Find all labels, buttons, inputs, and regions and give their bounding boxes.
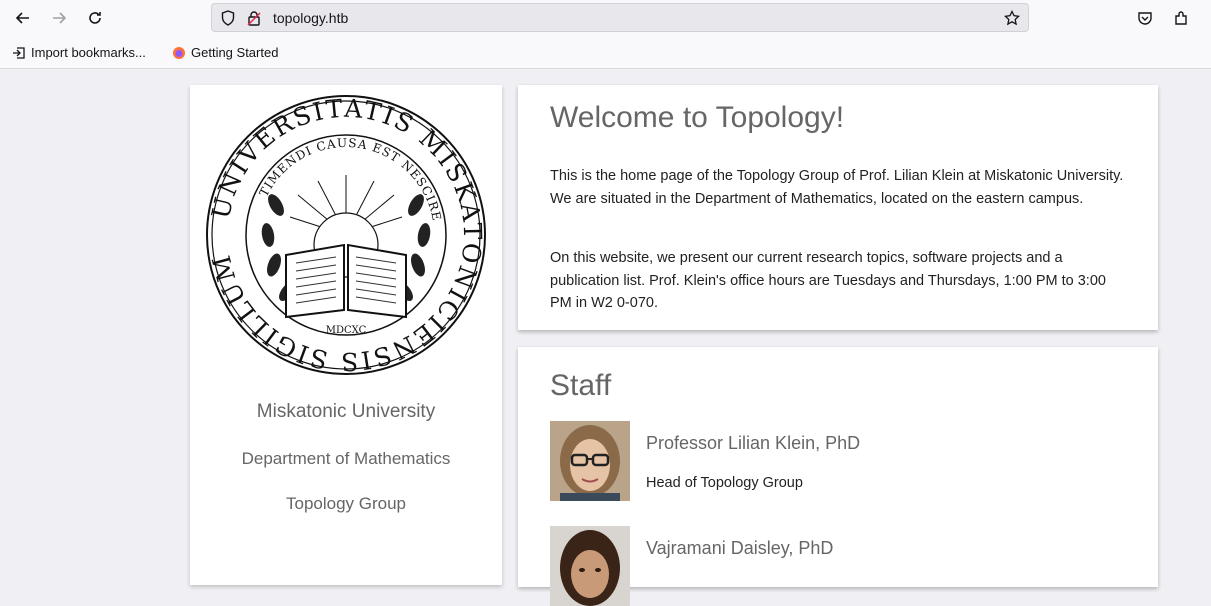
extensions-icon[interactable] [1171, 8, 1191, 28]
welcome-title: Welcome to Topology! [550, 101, 845, 134]
staff-title: Staff [550, 369, 612, 402]
group-name: Topology Group [285, 494, 407, 513]
bookmark-star-icon[interactable] [1004, 10, 1020, 26]
staff-card: Staff Professor Lilian Klein, PhD Head o… [518, 347, 1158, 606]
department-name: Department of Mathematics [241, 449, 451, 468]
welcome-card: Welcome to Topology! This is the home pa… [518, 85, 1158, 330]
url-text[interactable]: topology.htb [273, 10, 348, 26]
forward-arrow-icon [53, 12, 67, 24]
staff-name-daisley: Vajramani Daisley, PhD [646, 538, 834, 558]
welcome-paragraph-1: This is the home page of the Topology Gr… [550, 168, 1124, 207]
browser-toolbar: topology.htb [0, 0, 1211, 37]
welcome-paragraph-2: On this website, we present our current … [550, 250, 1106, 311]
staff-role-klein: Head of Topology Group [646, 475, 803, 491]
bookmark-getting-started[interactable]: Getting Started [172, 45, 278, 60]
seal-year: MDCXC [326, 325, 367, 336]
university-name: Miskatonic University [256, 401, 436, 422]
reload-icon [89, 12, 101, 24]
import-icon [13, 46, 25, 59]
forward-button[interactable] [47, 6, 71, 30]
firefox-icon [173, 46, 185, 59]
page-content: UNIVERSITATIS MISKATONICIENSIS SIGILLUM … [0, 69, 1211, 606]
pocket-icon[interactable] [1135, 8, 1155, 28]
back-button[interactable] [11, 6, 35, 30]
bookmark-import[interactable]: Import bookmarks... [12, 45, 146, 60]
staff-photo-klein [550, 421, 630, 501]
bookmark-getting-started-label: Getting Started [191, 45, 279, 60]
sidebar-card: UNIVERSITATIS MISKATONICIENSIS SIGILLUM … [190, 85, 502, 585]
bookmarks-bar: Import bookmarks... Getting Started [0, 37, 1211, 69]
staff-name-klein: Professor Lilian Klein, PhD [646, 433, 861, 453]
back-arrow-icon [15, 12, 29, 24]
shield-icon[interactable] [220, 10, 236, 26]
bookmark-import-label: Import bookmarks... [31, 45, 146, 60]
url-bar[interactable]: topology.htb [211, 3, 1029, 32]
reload-button[interactable] [83, 6, 107, 30]
university-seal-logo: UNIVERSITATIS MISKATONICIENSIS SIGILLUM … [206, 95, 486, 375]
staff-photo-daisley [550, 526, 630, 606]
lock-icon[interactable] [246, 10, 262, 26]
